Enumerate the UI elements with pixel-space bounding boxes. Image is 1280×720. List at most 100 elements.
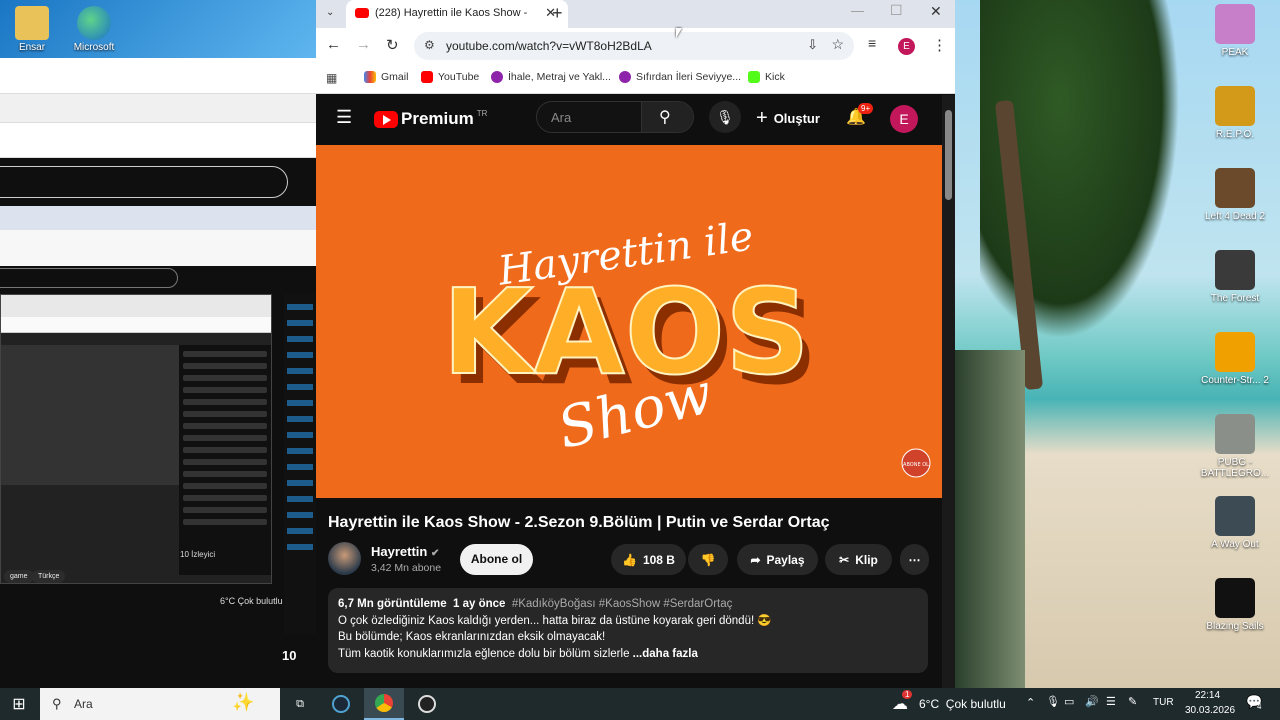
tab-search-icon[interactable]: ⌄ <box>326 7 334 18</box>
channel-name[interactable]: Hayrettin ✔ <box>371 544 439 559</box>
game-shortcut-icon <box>1215 168 1255 208</box>
dislike-button[interactable]: 👎 <box>688 544 728 575</box>
background-chat-strip <box>284 294 316 634</box>
bookmark-star-icon[interactable]: ☆ <box>831 36 844 53</box>
more-dots-icon: ⋯ <box>908 552 921 567</box>
more-actions-button[interactable]: ⋯ <box>900 544 929 575</box>
bookmark-ihale[interactable]: İhale, Metraj ve Yakl... <box>491 71 611 83</box>
bookmark-kick[interactable]: Kick <box>748 71 785 83</box>
tag-game[interactable]: game <box>4 570 34 583</box>
create-button[interactable]: + Oluştur <box>756 107 820 130</box>
profile-avatar[interactable]: E <box>898 38 915 55</box>
forward-icon[interactable]: → <box>356 36 371 53</box>
viewer-count: 10 <box>282 648 297 663</box>
desktop-icon-microsoft[interactable]: Microsoft <box>62 6 126 53</box>
description-line: O çok özlediğiniz Kaos kaldığı yerden...… <box>338 614 772 627</box>
game-shortcut-icon <box>1215 578 1255 618</box>
back-icon[interactable]: ← <box>326 36 341 53</box>
desktop-icon-5[interactable]: PUBG - BATTLEGRO... <box>1200 414 1270 479</box>
maximize-button[interactable]: ☐ <box>890 2 903 19</box>
subscribe-button[interactable]: Abone ol <box>460 544 533 575</box>
clip-button[interactable]: ✂ Klip <box>825 544 892 575</box>
youtube-search-box[interactable]: Ara ⚲ <box>536 101 694 133</box>
like-count: 108 B <box>642 552 675 567</box>
taskbar-weather[interactable]: 6°C Çok bulutlu <box>919 697 1006 711</box>
scrollbar-thumb[interactable] <box>945 110 952 200</box>
video-player[interactable]: Hayrettin ile KAOS KAOS Show ABONE OL <box>316 145 942 498</box>
tray-volume-icon[interactable]: 🔊 <box>1085 695 1099 708</box>
show-more-link[interactable]: ...daha fazla <box>633 648 698 660</box>
hamburger-menu-icon[interactable]: ☰ <box>336 107 352 128</box>
reload-icon[interactable]: ↻ <box>386 36 399 54</box>
page-scrollbar[interactable] <box>942 95 955 688</box>
view-count: 6,7 Mn görüntüleme <box>338 598 447 610</box>
tray-battery-icon[interactable]: ▭ <box>1064 695 1074 708</box>
mouse-cursor-icon <box>676 28 682 38</box>
tab-active[interactable]: (228) Hayrettin ile Kaos Show - ✕ <box>346 0 568 28</box>
search-button[interactable]: ⚲ <box>641 102 693 132</box>
search-placeholder: Ara <box>551 110 572 125</box>
voice-search-button[interactable]: 🎙 <box>709 101 741 133</box>
like-button[interactable]: 👍 108 B <box>611 544 686 575</box>
windows-logo-icon: ⊞ <box>12 696 26 713</box>
new-tab-button[interactable]: + <box>552 3 563 24</box>
task-view-button[interactable]: ⧉ <box>285 692 315 716</box>
desktop-icon-6[interactable]: A Way Out <box>1200 496 1270 550</box>
desktop-icon-label: A Way Out <box>1211 539 1259 550</box>
game-shortcut-icon <box>1215 4 1255 44</box>
taskbar-search[interactable]: ⚲ Ara ✨ <box>40 688 280 720</box>
background-window: game Türkçe 10 İzleyici <box>0 58 316 688</box>
desktop-icon-3[interactable]: The Forest <box>1200 250 1270 304</box>
close-window-button[interactable]: ✕ <box>930 3 942 20</box>
description-line: Tüm kaotik konuklarımızla eğlence dolu b… <box>338 647 630 660</box>
site-info-icon[interactable]: ⚙ <box>424 38 435 52</box>
address-bar[interactable]: ⚙ youtube.com/watch?v=vWT8oH2BdLA ⇩ ☆ <box>414 32 854 60</box>
bookmark-youtube[interactable]: YouTube <box>421 71 479 83</box>
youtube-header: ☰ Premium TR Ara ⚲ 🎙 + Oluştur 🔔 9+ E <box>316 95 955 145</box>
channel-avatar[interactable] <box>328 542 361 575</box>
taskbar-time[interactable]: 22:14 <box>1195 690 1220 701</box>
desktop-icon-4[interactable]: Counter-Str... 2 <box>1200 332 1270 386</box>
menu-dots-icon[interactable]: ⋮ <box>932 36 947 54</box>
thumbs-down-icon: 👎 <box>700 552 716 567</box>
desktop-icon-1[interactable]: R.E.P.O. <box>1200 86 1270 140</box>
taskbar-date[interactable]: 30.03.2026 <box>1185 705 1235 716</box>
description-box[interactable]: 6,7 Mn görüntüleme 1 ay önce #KadıköyBoğ… <box>328 588 928 673</box>
steam-icon <box>332 695 350 713</box>
steam-taskbar-button[interactable] <box>326 692 356 716</box>
obs-taskbar-button[interactable] <box>412 692 442 716</box>
tray-network-icon[interactable]: ☰ <box>1106 695 1116 708</box>
notifications-button[interactable]: 🔔 9+ <box>846 103 874 127</box>
youtube-logo[interactable]: Premium TR <box>374 109 487 129</box>
desktop-icon-label: Left 4 Dead 2 <box>1204 211 1266 222</box>
bookmark-gmail[interactable]: Gmail <box>364 71 408 83</box>
background-search-pill-2[interactable] <box>0 268 178 288</box>
start-button[interactable]: ⊞ <box>4 692 34 716</box>
minimize-button[interactable]: — <box>851 3 864 18</box>
language-indicator[interactable]: TUR <box>1153 697 1174 708</box>
desktop-icon-ensar[interactable]: Ensar <box>0 6 64 53</box>
install-app-icon[interactable]: ⇩ <box>807 37 818 53</box>
bookmark-sifirdan[interactable]: Sıfırdan İleri Seviyye... <box>619 71 741 83</box>
apps-grid-icon[interactable]: ▦ <box>326 71 337 85</box>
share-button[interactable]: ➦ Paylaş <box>737 544 818 575</box>
copilot-sparkle-icon: ✨ <box>232 692 255 712</box>
description-line: Bu bölümde; Kaos ekranlarınızdan eksik o… <box>338 631 606 643</box>
tray-chevron-icon[interactable]: ⌃ <box>1026 696 1035 709</box>
desktop-icon-7[interactable]: Blazing Sails <box>1200 578 1270 632</box>
chrome-icon <box>375 694 393 712</box>
verified-icon: ✔ <box>430 548 440 559</box>
desktop-icon-0[interactable]: PEAK <box>1200 4 1270 58</box>
tray-mic-icon[interactable]: 🎙 <box>1046 695 1060 708</box>
tag-turkce[interactable]: Türkçe <box>32 570 66 583</box>
vegetation-shadow <box>955 350 1025 690</box>
hashtags[interactable]: #KadıköyBoğası #KaosShow #SerdarOrtaç <box>512 598 733 610</box>
nested-screen-capture <box>0 294 272 584</box>
desktop-icon-label: R.E.P.O. <box>1215 129 1255 140</box>
tray-pen-icon[interactable]: ✎ <box>1128 695 1137 708</box>
account-avatar[interactable]: E <box>890 105 918 133</box>
background-search-pill[interactable] <box>0 166 288 198</box>
chrome-taskbar-button[interactable] <box>364 688 404 720</box>
desktop-icon-2[interactable]: Left 4 Dead 2 <box>1200 168 1270 222</box>
media-controls-icon[interactable]: ≡ <box>868 35 876 51</box>
